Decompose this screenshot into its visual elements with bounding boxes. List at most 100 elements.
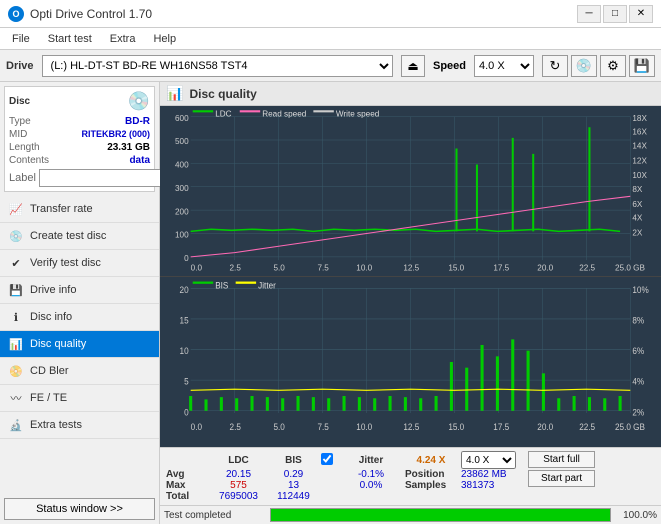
label-label: Label <box>9 172 36 184</box>
svg-text:17.5: 17.5 <box>493 263 509 273</box>
svg-text:4%: 4% <box>632 376 644 387</box>
create-test-icon: 💿 <box>8 228 24 244</box>
svg-text:10: 10 <box>180 346 189 357</box>
svg-text:20.0: 20.0 <box>537 422 553 433</box>
ldc-chart: 600 500 400 300 200 100 0 18X 16X 14X 12… <box>160 106 661 277</box>
type-label: Type <box>9 116 31 127</box>
menu-start-test[interactable]: Start test <box>40 31 100 47</box>
max-bis: 13 <box>266 480 321 491</box>
menu-file[interactable]: File <box>4 31 38 47</box>
svg-text:17.5: 17.5 <box>493 422 509 433</box>
label-input[interactable] <box>39 169 177 187</box>
svg-text:22.5: 22.5 <box>579 422 595 433</box>
svg-text:12X: 12X <box>632 155 647 165</box>
speed-value: 4.24 X <box>401 451 461 469</box>
type-value: BD-R <box>125 116 150 127</box>
eject-button[interactable]: ⏏ <box>401 55 425 77</box>
nav-item-fe-te[interactable]: 〰 FE / TE <box>0 385 159 412</box>
svg-text:22.5: 22.5 <box>579 263 595 273</box>
svg-text:15.0: 15.0 <box>448 263 464 273</box>
content-area: 📊 Disc quality <box>160 82 661 524</box>
start-part-button[interactable]: Start part <box>528 470 595 487</box>
svg-text:600: 600 <box>175 113 189 123</box>
save-icon[interactable]: 💾 <box>629 55 655 77</box>
transfer-rate-icon: 📈 <box>8 201 24 217</box>
jitter-checkbox[interactable] <box>321 453 333 465</box>
quality-title: Disc quality <box>189 87 256 101</box>
svg-text:20.0: 20.0 <box>537 263 553 273</box>
fe-te-icon: 〰 <box>8 390 24 406</box>
nav-item-verify-test-disc[interactable]: ✔ Verify test disc <box>0 250 159 277</box>
svg-text:10.0: 10.0 <box>356 263 372 273</box>
title-bar: O Opti Drive Control 1.70 ─ □ ✕ <box>0 0 661 28</box>
minimize-button[interactable]: ─ <box>577 5 601 23</box>
svg-text:4X: 4X <box>632 213 642 223</box>
svg-text:6%: 6% <box>632 346 644 357</box>
speed-select-stats[interactable]: 4.0 X <box>461 451 516 469</box>
progress-percent: 100.0% <box>617 510 657 521</box>
nav-item-extra-tests[interactable]: 🔬 Extra tests <box>0 412 159 439</box>
nav-item-create-test-disc[interactable]: 💿 Create test disc <box>0 223 159 250</box>
svg-text:200: 200 <box>175 206 189 216</box>
quality-header: 📊 Disc quality <box>160 82 661 106</box>
progress-bar <box>270 508 611 522</box>
refresh-icon[interactable]: ↻ <box>542 55 568 77</box>
svg-text:5.0: 5.0 <box>273 422 285 433</box>
charts-area: 600 500 400 300 200 100 0 18X 16X 14X 12… <box>160 106 661 447</box>
maximize-button[interactable]: □ <box>603 5 627 23</box>
svg-text:LDC: LDC <box>215 108 231 118</box>
total-label: Total <box>166 491 211 502</box>
extra-tests-icon: 🔬 <box>8 417 24 433</box>
svg-text:Write speed: Write speed <box>336 108 380 118</box>
svg-text:12.5: 12.5 <box>403 263 419 273</box>
ldc-header: LDC <box>211 451 266 469</box>
max-label: Max <box>166 480 211 491</box>
svg-text:10%: 10% <box>632 284 649 295</box>
svg-text:16X: 16X <box>632 127 647 137</box>
start-full-button[interactable]: Start full <box>528 451 595 468</box>
avg-jitter: -0.1% <box>341 469 401 480</box>
svg-text:7.5: 7.5 <box>317 422 329 433</box>
samples-label: Samples <box>401 480 461 491</box>
jitter-header: Jitter <box>341 451 401 469</box>
svg-text:100: 100 <box>175 230 189 240</box>
svg-text:BIS: BIS <box>215 280 228 291</box>
start-buttons: Start full Start part <box>528 451 595 487</box>
svg-text:5.0: 5.0 <box>273 263 285 273</box>
bis-svg: 20 15 10 5 0 10% 8% 6% 4% 2% 0.0 2.5 5.0… <box>160 277 661 447</box>
total-bis: 112449 <box>266 491 321 502</box>
ldc-svg: 600 500 400 300 200 100 0 18X 16X 14X 12… <box>160 106 661 276</box>
close-button[interactable]: ✕ <box>629 5 653 23</box>
disc-quality-icon: 📊 <box>8 336 24 352</box>
app-icon: O <box>8 6 24 22</box>
status-window-button[interactable]: Status window >> <box>4 498 155 520</box>
nav-item-disc-quality[interactable]: 📊 Disc quality <box>0 331 159 358</box>
avg-ldc: 20.15 <box>211 469 266 480</box>
nav-item-transfer-rate[interactable]: 📈 Transfer rate <box>0 196 159 223</box>
sidebar: Disc 💿 Type BD-R MID RITEKBR2 (000) Leng… <box>0 82 160 524</box>
disc-icon: 💿 <box>128 91 150 112</box>
bis-chart: 20 15 10 5 0 10% 8% 6% 4% 2% 0.0 2.5 5.0… <box>160 277 661 447</box>
svg-text:8X: 8X <box>632 184 642 194</box>
length-label: Length <box>9 142 40 153</box>
nav-item-drive-info[interactable]: 💾 Drive info <box>0 277 159 304</box>
drive-select[interactable]: (L:) HL-DT-ST BD-RE WH16NS58 TST4 <box>42 55 393 77</box>
svg-text:0.0: 0.0 <box>191 422 203 433</box>
contents-value: data <box>129 155 150 166</box>
nav-item-cd-bler[interactable]: 📀 CD Bler <box>0 358 159 385</box>
menu-extra[interactable]: Extra <box>102 31 144 47</box>
svg-text:15: 15 <box>180 315 189 326</box>
disc-icon-btn[interactable]: 💿 <box>571 55 597 77</box>
settings-icon[interactable]: ⚙ <box>600 55 626 77</box>
svg-text:10.0: 10.0 <box>356 422 372 433</box>
svg-text:6X: 6X <box>632 199 642 209</box>
svg-text:10X: 10X <box>632 170 647 180</box>
avg-label: Avg <box>166 469 211 480</box>
svg-text:300: 300 <box>175 183 189 193</box>
svg-text:5: 5 <box>184 376 189 387</box>
svg-text:15.0: 15.0 <box>448 422 464 433</box>
menu-help[interactable]: Help <box>145 31 184 47</box>
speed-select[interactable]: 4.0 X <box>474 55 534 77</box>
disc-info-panel: Disc 💿 Type BD-R MID RITEKBR2 (000) Leng… <box>4 86 155 192</box>
nav-item-disc-info[interactable]: ℹ Disc info <box>0 304 159 331</box>
